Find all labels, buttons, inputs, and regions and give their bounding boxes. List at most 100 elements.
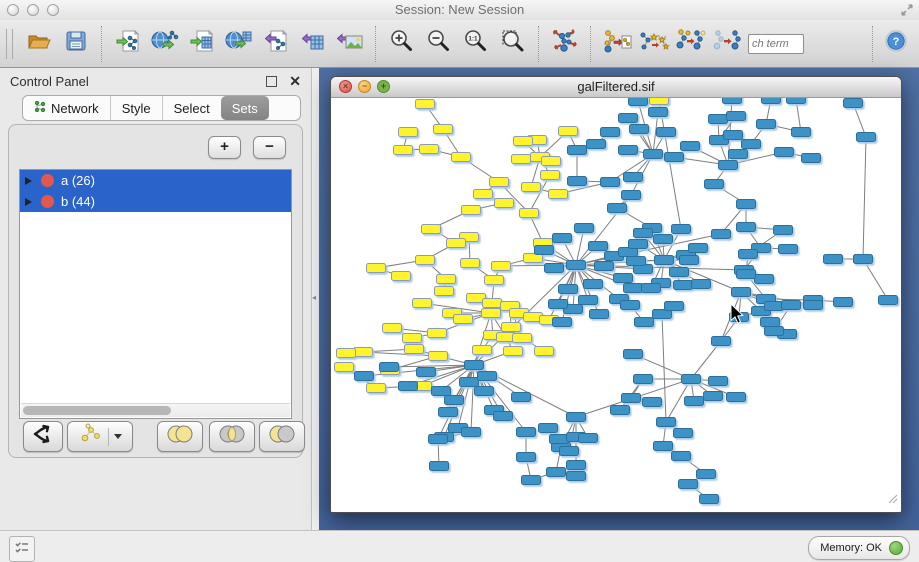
- network-node-blue[interactable]: [545, 264, 564, 273]
- network-node-blue[interactable]: [567, 461, 586, 470]
- network-node-blue[interactable]: [739, 250, 758, 259]
- network-node-yellow[interactable]: [520, 209, 539, 218]
- network-node-yellow[interactable]: [383, 324, 402, 333]
- network-node-blue[interactable]: [432, 387, 451, 396]
- network-node-yellow[interactable]: [474, 190, 493, 199]
- hide-selected-button[interactable]: [711, 26, 745, 62]
- task-history-button[interactable]: [9, 536, 35, 562]
- collapse-arrow-icon[interactable]: ◂: [312, 293, 316, 302]
- network-node-yellow[interactable]: [354, 348, 373, 357]
- network-node-blue[interactable]: [624, 173, 643, 182]
- network-node-blue[interactable]: [465, 361, 484, 370]
- network-node-blue[interactable]: [682, 375, 701, 384]
- network-node-blue[interactable]: [697, 470, 716, 479]
- network-node-blue[interactable]: [689, 244, 708, 253]
- network-node-blue[interactable]: [579, 296, 598, 305]
- dropdown-arrow-icon[interactable]: [114, 434, 122, 439]
- network-node-blue[interactable]: [635, 318, 654, 327]
- zoom-in-button[interactable]: [385, 26, 419, 62]
- network-node-blue[interactable]: [672, 225, 691, 234]
- network-node-yellow[interactable]: [435, 287, 454, 296]
- create-set-from-network-button[interactable]: [67, 421, 133, 452]
- network-node-blue[interactable]: [549, 300, 568, 309]
- network-node-blue[interactable]: [670, 268, 689, 277]
- network-node-yellow[interactable]: [482, 309, 501, 318]
- expand-triangle-icon[interactable]: [25, 177, 32, 185]
- network-node-blue[interactable]: [445, 396, 464, 405]
- network-node-yellow[interactable]: [514, 137, 533, 146]
- network-node-blue[interactable]: [399, 382, 418, 391]
- network-node-blue[interactable]: [460, 378, 479, 387]
- network-node-blue[interactable]: [478, 372, 497, 381]
- network-node-blue[interactable]: [601, 178, 620, 187]
- network-node-blue[interactable]: [782, 301, 801, 310]
- network-node-blue[interactable]: [429, 435, 448, 444]
- network-node-blue[interactable]: [692, 280, 711, 289]
- network-node-yellow[interactable]: [403, 334, 422, 343]
- network-node-blue[interactable]: [802, 154, 821, 163]
- network-node-yellow[interactable]: [392, 272, 411, 281]
- network-node-yellow[interactable]: [542, 157, 561, 166]
- network-node-blue[interactable]: [765, 327, 784, 336]
- network-node-blue[interactable]: [757, 120, 776, 129]
- network-node-blue[interactable]: [737, 200, 756, 209]
- import-network-file-button[interactable]: [111, 26, 145, 62]
- export-image-button[interactable]: [333, 26, 367, 62]
- network-node-blue[interactable]: [439, 408, 458, 417]
- network-node-yellow[interactable]: [454, 315, 473, 324]
- network-node-blue[interactable]: [629, 98, 648, 106]
- network-node-blue[interactable]: [779, 245, 798, 254]
- network-node-blue[interactable]: [704, 392, 723, 401]
- search-input[interactable]: [748, 34, 804, 54]
- remove-set-button[interactable]: −: [253, 136, 286, 159]
- network-node-blue[interactable]: [712, 337, 731, 346]
- network-node-blue[interactable]: [630, 125, 649, 134]
- network-node-blue[interactable]: [559, 285, 578, 294]
- window-titlebar[interactable]: Session: New Session: [0, 0, 919, 21]
- network-node-yellow[interactable]: [394, 146, 413, 155]
- network-node-blue[interactable]: [649, 108, 668, 117]
- minimize-view-button[interactable]: −: [358, 80, 371, 93]
- network-node-blue[interactable]: [774, 226, 793, 235]
- network-node-blue[interactable]: [624, 350, 643, 359]
- network-canvas[interactable]: [332, 98, 900, 511]
- network-node-blue[interactable]: [619, 114, 638, 123]
- close-view-button[interactable]: ×: [339, 80, 352, 93]
- network-node-blue[interactable]: [654, 442, 673, 451]
- network-node-yellow[interactable]: [429, 352, 448, 361]
- network-node-blue[interactable]: [680, 256, 699, 265]
- network-node-blue[interactable]: [380, 363, 399, 372]
- network-node-yellow[interactable]: [502, 323, 521, 332]
- network-node-blue[interactable]: [539, 424, 558, 433]
- network-node-blue[interactable]: [709, 377, 728, 386]
- sets-list[interactable]: a (26)b (44): [19, 169, 292, 419]
- network-node-blue[interactable]: [560, 447, 579, 456]
- network-node-blue[interactable]: [587, 140, 606, 149]
- network-node-yellow[interactable]: [483, 299, 502, 308]
- network-node-blue[interactable]: [627, 257, 646, 266]
- new-network-from-selection-button[interactable]: [600, 26, 634, 62]
- tab-sets[interactable]: Sets: [221, 96, 269, 120]
- resize-grip-icon[interactable]: [886, 491, 898, 509]
- network-node-blue[interactable]: [494, 412, 513, 421]
- network-window-titlebar[interactable]: × − + galFiltered.sif: [331, 77, 901, 98]
- network-node-blue[interactable]: [705, 180, 724, 189]
- save-session-button[interactable]: [59, 26, 93, 62]
- network-node-yellow[interactable]: [492, 262, 511, 271]
- network-node-blue[interactable]: [589, 242, 608, 251]
- network-node-blue[interactable]: [517, 428, 536, 437]
- network-node-yellow[interactable]: [367, 264, 386, 273]
- open-session-button[interactable]: [22, 26, 56, 62]
- network-node-blue[interactable]: [665, 302, 684, 311]
- network-node-blue[interactable]: [624, 284, 643, 293]
- network-node-yellow[interactable]: [490, 178, 509, 187]
- split-set-button[interactable]: [23, 421, 63, 452]
- tab-style[interactable]: Style: [110, 96, 162, 120]
- import-table-web-button[interactable]: [222, 26, 256, 62]
- network-node-blue[interactable]: [550, 435, 569, 444]
- network-node-yellow[interactable]: [522, 183, 541, 192]
- network-node-blue[interactable]: [679, 480, 698, 489]
- network-node-blue[interactable]: [700, 495, 719, 504]
- network-node-blue[interactable]: [665, 153, 684, 162]
- network-node-blue[interactable]: [522, 476, 541, 485]
